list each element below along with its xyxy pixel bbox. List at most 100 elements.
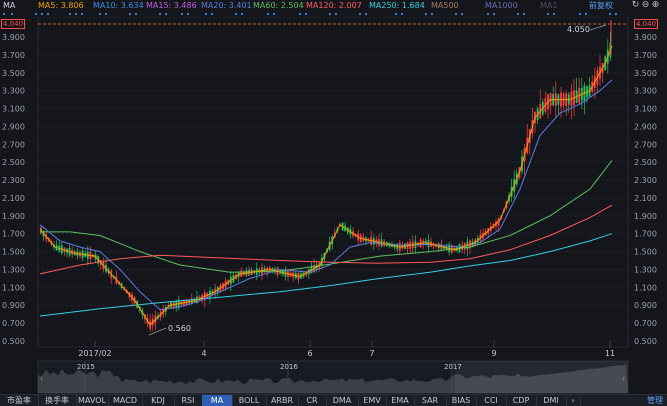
legend-dot [80, 12, 84, 16]
overview-year-label: 2016 [280, 363, 298, 371]
y-tick-left: 0.700 [2, 319, 25, 328]
y-tick-left: 1.300 [2, 265, 25, 274]
ma250-legend: MA250: 1.684 [369, 1, 425, 10]
more-tabs-arrow[interactable]: › [566, 395, 581, 406]
legend-dot [186, 12, 190, 16]
manage-button[interactable]: 管理 [647, 395, 663, 406]
y-tick-right: 2.700 [634, 140, 657, 149]
legend-dot [584, 12, 588, 16]
y-tick-left: 2.700 [2, 140, 25, 149]
legend-dot [234, 12, 238, 16]
tab-cr[interactable]: CR [298, 395, 327, 406]
ma500-legend: MA500 [431, 1, 459, 10]
legend-dot [104, 12, 108, 16]
tab-cdp[interactable]: CDP [506, 395, 537, 406]
legend-dot [486, 12, 490, 16]
legend-dot [272, 12, 276, 16]
y-tick-left: 3.500 [2, 69, 25, 78]
ma10-legend: MA10: 3.634 [93, 1, 144, 10]
legend-dot [68, 12, 72, 16]
legend-dot [98, 12, 102, 16]
y-tick-right: 2.100 [634, 194, 657, 203]
tab-boll[interactable]: BOLL [232, 395, 267, 406]
high-annotation-leader [589, 24, 607, 31]
tab-cci[interactable]: CCI [476, 395, 507, 406]
ma-legend-bar: MA MA5: 3.806 MA10: 3.634 MA15: 3.486 MA… [0, 0, 667, 11]
tab-arbr[interactable]: ARBR [266, 395, 299, 406]
legend-dot [522, 12, 526, 16]
legend-dot [180, 12, 184, 16]
overview-year-label: 2017 [444, 363, 462, 371]
y-tick-right: 2.300 [634, 176, 657, 185]
legend-dot [614, 12, 618, 16]
y-tick-left: 0.500 [2, 337, 25, 346]
legend-dot [364, 12, 368, 16]
ma1000-legend: MA1000 [485, 1, 518, 10]
legend-dot [158, 12, 162, 16]
y-tick-left: 1.500 [2, 248, 25, 257]
tab-sar[interactable]: SAR [414, 395, 447, 406]
legend-dot [34, 12, 38, 16]
y-tick-right: 2.900 [634, 122, 657, 131]
ma-line-ma20 [39, 79, 613, 311]
legend-dot [430, 12, 434, 16]
ma5-legend: MA5: 3.806 [38, 1, 84, 10]
x-tick-label: 4 [201, 349, 206, 358]
low-annotation: 0.560 [168, 324, 191, 333]
tab-ma[interactable]: MA [202, 395, 233, 406]
legend-dot [134, 12, 138, 16]
y-tick-right: 1.100 [634, 283, 657, 292]
tab-macd[interactable]: MACD [108, 395, 143, 406]
tab-mavol[interactable]: MAVOL [76, 395, 109, 406]
y-tick-left: 3.300 [2, 87, 25, 96]
y-tick-left: 1.900 [2, 212, 25, 221]
current-price-right-tag: 4.040 [634, 19, 659, 29]
legend-dot [492, 12, 496, 16]
overview-year-label: 2015 [77, 363, 95, 371]
y-tick-left: 1.100 [2, 283, 25, 292]
tab-emv[interactable]: EMV [358, 395, 387, 406]
x-tick-label: 6 [307, 349, 312, 358]
legend-dot [454, 12, 458, 16]
zoom-in-icon[interactable]: ⊕ [651, 0, 660, 11]
y-tick-right: 0.500 [634, 337, 657, 346]
legend-dot [608, 12, 612, 16]
tab-换手率[interactable]: 换手率 [38, 395, 77, 406]
legend-dot [304, 12, 308, 16]
tab-dma[interactable]: DMA [326, 395, 359, 406]
y-tick-left: 3.700 [2, 51, 25, 60]
tab-ema[interactable]: EMA [386, 395, 415, 406]
refresh-icon[interactable]: ↻ [631, 0, 640, 11]
zoom-out-icon[interactable]: ⊖ [641, 0, 650, 11]
y-tick-left: 2.100 [2, 194, 25, 203]
tab-市盈率[interactable]: 市盈率 [0, 395, 39, 406]
y-tick-right: 0.700 [634, 319, 657, 328]
legend-dot [334, 12, 338, 16]
legend-dot [516, 12, 520, 16]
legend-dot [204, 12, 208, 16]
y-tick-right: 0.900 [634, 301, 657, 310]
tab-dmi[interactable]: DMI [536, 395, 567, 406]
legend-dot [46, 12, 50, 16]
kline-chart[interactable]: 3.900 3.900 3.700 3.700 3.500 3.500 3.300 3.300… [0, 17, 667, 394]
tab-kdj[interactable]: KDJ [142, 395, 175, 406]
overview-left-handle: ‹ [40, 374, 43, 383]
y-tick-left: 2.900 [2, 122, 25, 131]
tab-rsi[interactable]: RSI [174, 395, 203, 406]
adjust-mode-button[interactable]: 前复权 [589, 0, 613, 11]
x-tick-label: 7 [369, 349, 374, 358]
legend-dot [298, 12, 302, 16]
indicator-tab-bar: 市盈率 换手率 MAVOL MACD KDJ RSI MA BOLL ARBR CR DMA EMV E… [0, 394, 667, 406]
ma1-legend: MA1 [540, 1, 558, 10]
legend-dot [578, 12, 582, 16]
tab-bias[interactable]: BIAS [446, 395, 477, 406]
y-tick-right: 1.900 [634, 212, 657, 221]
legend-dot [552, 12, 556, 16]
y-tick-right: 3.700 [634, 51, 657, 60]
legend-dot [424, 12, 428, 16]
y-tick-right: 3.100 [634, 105, 657, 114]
legend-dot [164, 12, 168, 16]
ma120-legend: MA120: 2.007 [306, 1, 362, 10]
legend-dot [128, 12, 132, 16]
ma60-legend: MA60: 2.504 [253, 1, 304, 10]
